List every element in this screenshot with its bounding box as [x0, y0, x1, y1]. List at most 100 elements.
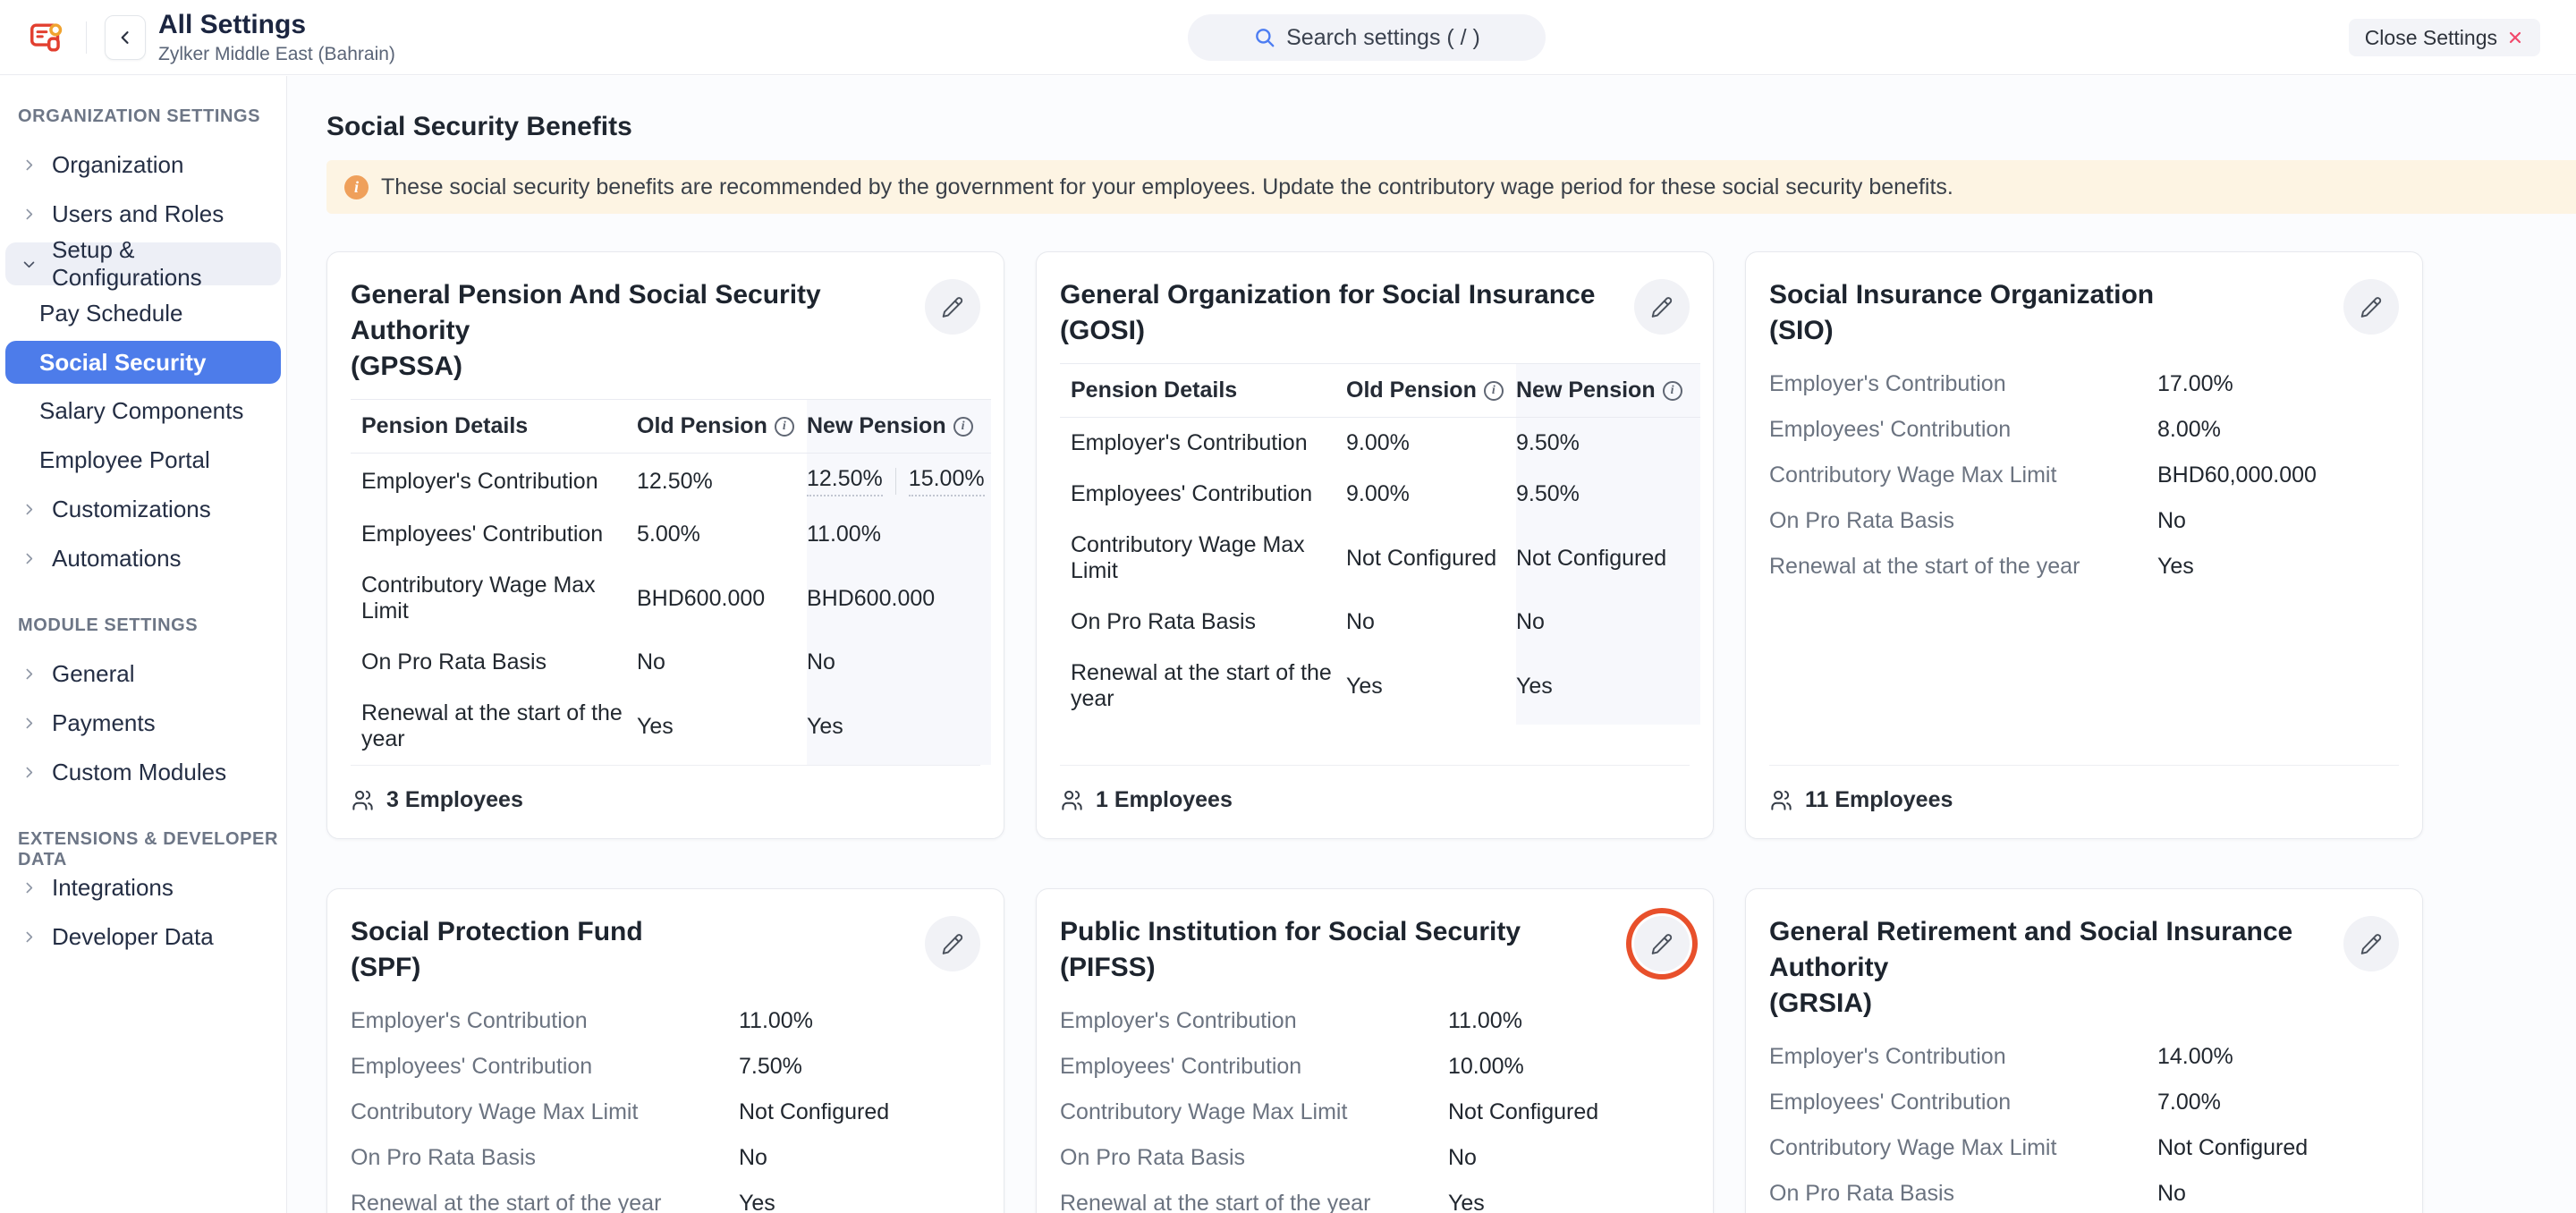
search-placeholder: Search settings ( / ) [1286, 25, 1480, 51]
sidebar-item-label: Users and Roles [52, 200, 224, 228]
info-circle-icon[interactable]: i [1663, 381, 1682, 401]
sidebar-item-label: Customizations [52, 496, 211, 523]
chevron-right-icon [21, 157, 37, 173]
list-item: Employees' Contribution 7.50% [351, 1044, 980, 1090]
back-button[interactable] [105, 15, 146, 60]
new-rate-b[interactable]: 15.00% [909, 466, 985, 496]
card-gpssa: General Pension And Social Security Auth… [326, 251, 1004, 839]
pension-table: Pension Details Old Pension i New Pensio… [1060, 363, 1700, 725]
sidebar-item-label: Custom Modules [52, 759, 226, 786]
table-row: Renewal at the start of the year Yes Yes [1060, 648, 1700, 725]
card-name: General Pension And Social Security Auth… [351, 277, 925, 349]
sidebar-item-social-security[interactable]: Social Security [5, 341, 281, 384]
close-settings-label: Close Settings [2365, 26, 2497, 50]
card-title: Public Institution for Social Security (… [1060, 914, 1521, 986]
edit-gosi-button[interactable] [1634, 279, 1690, 335]
chevron-right-icon [21, 929, 37, 945]
sidebar-item-label: Employee Portal [39, 446, 210, 474]
chevron-down-icon [21, 257, 37, 272]
card-title: Social Protection Fund (SPF) [351, 914, 643, 986]
benefit-details-list: Employer's Contribution 17.00% Employees… [1769, 361, 2399, 590]
chevron-right-icon [21, 502, 37, 517]
new-rate-a[interactable]: 12.50% [807, 466, 883, 496]
search-icon [1253, 26, 1276, 49]
sidebar-item-setup-configurations[interactable]: Setup & Configurations [5, 242, 281, 285]
chevron-right-icon [21, 551, 37, 566]
card-sio: Social Insurance Organization (SIO) Empl… [1745, 251, 2423, 839]
col-new-pension: New Pension i [1516, 363, 1700, 418]
sidebar-item-custom-modules[interactable]: Custom Modules [0, 748, 286, 797]
search-settings-input[interactable]: Search settings ( / ) [1188, 14, 1546, 61]
table-row: Contributory Wage Max Limit Not Configur… [1060, 520, 1700, 597]
employees-count: 1 Employees [1060, 765, 1690, 813]
employees-icon [1060, 788, 1084, 812]
col-pension-details: Pension Details [351, 399, 637, 454]
edit-pencil-icon [941, 932, 964, 955]
sidebar-item-label: Organization [52, 151, 183, 179]
section-organization-settings: ORGANIZATION SETTINGS [0, 106, 286, 130]
close-x-icon [2506, 29, 2524, 47]
list-item: Contributory Wage Max Limit BHD60,000.00… [1769, 453, 2399, 498]
sidebar-item-users-and-roles[interactable]: Users and Roles [0, 190, 286, 239]
sidebar-item-employee-portal[interactable]: Employee Portal [0, 436, 286, 485]
sidebar-item-label: Integrations [52, 874, 174, 902]
info-circle-icon[interactable]: i [1484, 381, 1504, 401]
col-new-pension: New Pension i [807, 399, 991, 454]
card-name: General Organization for Social Insuranc… [1060, 277, 1596, 313]
payroll-logo-icon [27, 17, 68, 58]
info-circle-icon[interactable]: i [953, 417, 973, 437]
edit-pencil-icon [1650, 295, 1674, 318]
org-name: Zylker Middle East (Bahrain) [158, 44, 395, 65]
section-module-settings: MODULE SETTINGS [0, 615, 286, 639]
sidebar-item-label: Payments [52, 709, 156, 737]
list-item: Employer's Contribution 14.00% [1769, 1034, 2399, 1080]
list-item: Renewal at the start of the year Yes [1769, 544, 2399, 590]
top-bar: All Settings Zylker Middle East (Bahrain… [0, 0, 2576, 75]
sidebar-item-customizations[interactable]: Customizations [0, 485, 286, 534]
sidebar-item-developer-data[interactable]: Developer Data [0, 912, 286, 962]
dual-rate-cell: 12.50% 15.00% [807, 466, 985, 496]
edit-spf-button[interactable] [925, 916, 980, 971]
section-extensions-developer-data: EXTENSIONS & DEVELOPER DATA [0, 829, 286, 852]
edit-pifss-button[interactable] [1634, 916, 1690, 971]
sidebar-item-salary-components[interactable]: Salary Components [0, 386, 286, 436]
table-row: Employees' Contribution 5.00% 11.00% [351, 509, 991, 560]
edit-pencil-icon [1650, 932, 1674, 955]
sidebar-item-label: Automations [52, 545, 182, 573]
close-settings-button[interactable]: Close Settings [2349, 19, 2540, 56]
sidebar-item-integrations[interactable]: Integrations [0, 863, 286, 912]
edit-gpssa-button[interactable] [925, 279, 980, 335]
employees-count: 11 Employees [1769, 765, 2399, 813]
employees-icon [1769, 788, 1793, 812]
employees-icon [351, 788, 375, 812]
benefit-details-list: Employer's Contribution 11.00% Employees… [1060, 998, 1690, 1213]
chevron-right-icon [21, 666, 37, 682]
edit-sio-button[interactable] [2343, 279, 2399, 335]
card-name: Social Protection Fund [351, 914, 643, 950]
card-abbr: (SIO) [1769, 313, 2154, 349]
edit-grsia-button[interactable] [2343, 916, 2399, 971]
list-item: On Pro Rata Basis No [1769, 1171, 2399, 1213]
sidebar-item-automations[interactable]: Automations [0, 534, 286, 583]
card-gosi: General Organization for Social Insuranc… [1036, 251, 1714, 839]
chevron-right-icon [21, 765, 37, 780]
card-title: Social Insurance Organization (SIO) [1769, 277, 2154, 349]
sidebar-item-pay-schedule[interactable]: Pay Schedule [0, 289, 286, 338]
sidebar-item-general[interactable]: General [0, 649, 286, 699]
list-item: On Pro Rata Basis No [1060, 1135, 1690, 1181]
card-abbr: (GOSI) [1060, 313, 1596, 349]
topbar-divider [86, 21, 87, 54]
edit-pencil-icon [941, 295, 964, 318]
card-name: Social Insurance Organization [1769, 277, 2154, 313]
table-row: Employer's Contribution 9.00% 9.50% [1060, 418, 1700, 469]
info-banner: i These social security benefits are rec… [326, 160, 2576, 214]
info-circle-icon[interactable]: i [775, 417, 794, 437]
table-row: Employees' Contribution 9.00% 9.50% [1060, 469, 1700, 520]
list-item: Employees' Contribution 8.00% [1769, 407, 2399, 453]
chevron-right-icon [21, 880, 37, 895]
settings-sidebar: ORGANIZATION SETTINGS Organization Users… [0, 76, 287, 1213]
table-row: Contributory Wage Max Limit BHD600.000 B… [351, 560, 991, 637]
sidebar-item-organization[interactable]: Organization [0, 140, 286, 190]
table-row: On Pro Rata Basis No No [1060, 597, 1700, 648]
sidebar-item-payments[interactable]: Payments [0, 699, 286, 748]
